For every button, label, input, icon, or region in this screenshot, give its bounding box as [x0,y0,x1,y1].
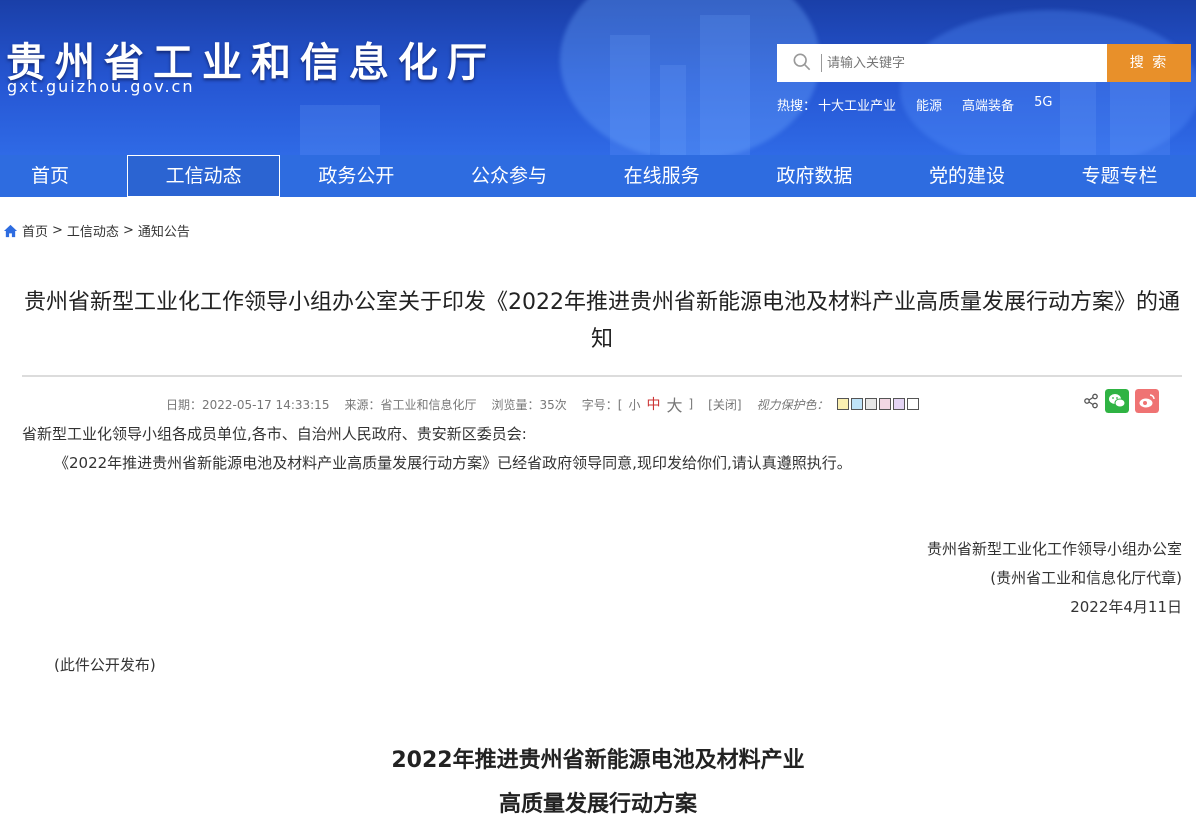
nav-item-home[interactable]: 首页 [0,155,127,197]
article-salutation: 省新型工业化领导小组各成员单位,各市、自治州人民政府、贵安新区委员会: [22,425,527,443]
search-box [777,44,1107,82]
eye-color-swatch[interactable] [850,398,863,410]
hot-search: 热搜： 十大工业产业 能源 高端装备 5G [777,95,1052,114]
nav-item-online-service[interactable]: 在线服务 [585,155,738,197]
site-domain: gxt.guizhou.gov.cn [7,77,195,96]
eye-color-swatch[interactable] [864,398,877,410]
font-size-large[interactable]: 大 [666,392,682,416]
signature-date: 2022年4月11日 [1070,598,1182,616]
nav-item-gov-affairs[interactable]: 政务公开 [280,155,433,197]
font-size-small[interactable]: 小 [628,396,640,413]
article-meta: 日期：2022-05-17 14:33:15 来源：省工业和信息化厅 浏览量：3… [166,392,919,416]
article-source: 来源：省工业和信息化厅 [344,397,477,412]
nav-item-party[interactable]: 党的建设 [891,155,1044,197]
nav-item-special[interactable]: 专题专栏 [1043,155,1196,197]
close-link[interactable]: [关闭] [708,396,741,413]
hot-search-label: 热搜： [777,99,817,114]
eye-color-swatch[interactable] [906,398,919,410]
article-title: 贵州省新型工业化工作领导小组办公室关于印发《2022年推进贵州省新能源电池及材料… [24,290,1180,352]
nav-item-gov-data[interactable]: 政府数据 [738,155,891,197]
nav-item-participation[interactable]: 公众参与 [433,155,586,197]
publish-note: (此件公开发布) [54,656,156,674]
article-body: 《2022年推进贵州省新能源电池及材料产业高质量发展行动方案》已经省政府领导同意… [54,454,852,472]
wechat-icon[interactable] [1105,389,1129,413]
share-icon[interactable] [1083,393,1099,409]
eye-care-label: 视力保护色： [756,397,829,412]
font-size-medium[interactable]: 中 [646,394,660,414]
nav-item-news[interactable]: 工信动态 [127,155,280,197]
eye-color-swatch[interactable] [892,398,905,410]
weibo-icon[interactable] [1135,389,1159,413]
signature-seal: (贵州省工业和信息化厅代章) [990,569,1182,587]
breadcrumb-separator: > [52,223,63,238]
breadcrumb-notices[interactable]: 通知公告 [138,221,190,240]
share-bar [1083,389,1159,413]
search-button[interactable]: 搜 索 [1107,44,1191,82]
article-date: 日期：2022-05-17 14:33:15 [166,397,330,412]
article-views: 浏览量：35次 [491,397,567,412]
banner-decoration [700,15,750,155]
plan-title-line-1: 2022年推进贵州省新能源电池及材料产业 [391,748,805,773]
title-divider [22,375,1182,377]
breadcrumb-separator: > [122,223,134,238]
main-nav: 首页 工信动态 政务公开 公众参与 在线服务 政府数据 党的建设 专题专栏 [0,155,1196,197]
hot-search-item[interactable]: 十大工业产业 [818,95,896,114]
font-size-end: ] [688,397,694,411]
banner-decoration [300,105,380,155]
breadcrumb-news[interactable]: 工信动态 [67,221,119,240]
banner-decoration [660,65,686,155]
eye-color-swatch[interactable] [878,398,891,410]
banner-decoration [610,35,650,155]
signature-org: 贵州省新型工业化工作领导小组办公室 [926,540,1182,558]
breadcrumb-home[interactable]: 首页 [22,221,48,240]
search-icon [793,53,811,71]
hot-search-item[interactable]: 5G [1034,95,1052,114]
eye-color-swatch[interactable] [836,398,849,410]
search-divider [821,54,822,72]
hot-search-item[interactable]: 能源 [916,95,942,114]
font-size-label: 字号：[ [581,397,623,412]
search-input[interactable] [827,44,1097,82]
breadcrumb: 首页 > 工信动态 > 通知公告 [3,221,190,240]
banner-decoration [1110,75,1170,155]
home-icon [3,224,18,237]
hot-search-item[interactable]: 高端装备 [962,95,1014,114]
plan-title-line-2: 高质量发展行动方案 [498,792,697,816]
